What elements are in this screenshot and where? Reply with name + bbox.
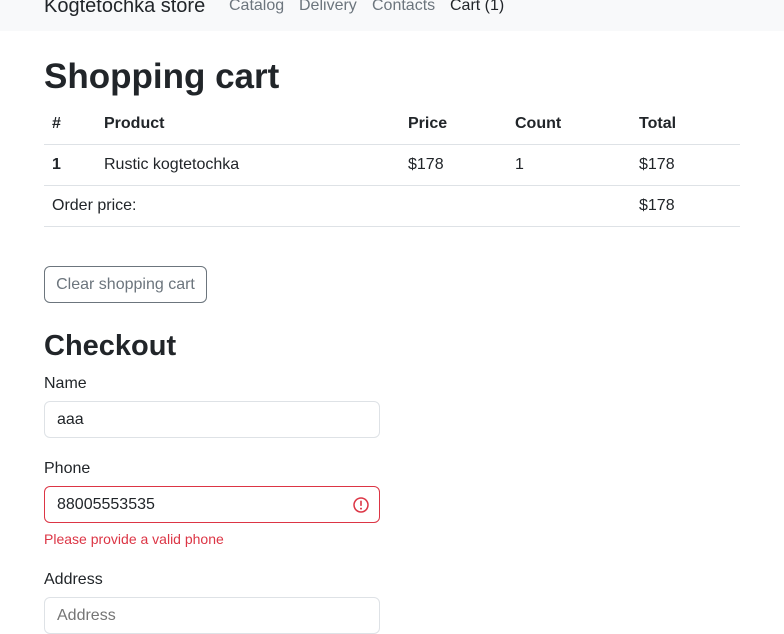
address-input[interactable] bbox=[44, 597, 380, 634]
row-count: 1 bbox=[507, 144, 631, 186]
nav-link-cart[interactable]: Cart (1) bbox=[450, 0, 504, 16]
phone-input[interactable] bbox=[44, 486, 380, 523]
row-product: Rustic kogtetochka bbox=[96, 144, 400, 186]
table-header-row: # Product Price Count Total bbox=[44, 104, 740, 145]
order-price-row: Order price: $178 bbox=[44, 185, 740, 227]
nav-link-catalog[interactable]: Catalog bbox=[229, 0, 284, 16]
order-price-label: Order price: bbox=[44, 185, 631, 227]
column-header-product: Product bbox=[96, 104, 400, 145]
nav-link-delivery[interactable]: Delivery bbox=[299, 0, 357, 16]
name-input[interactable] bbox=[44, 401, 380, 438]
table-row: 1 Rustic kogtetochka $178 1 $178 bbox=[44, 144, 740, 186]
row-number: 1 bbox=[44, 144, 96, 186]
checkout-title: Checkout bbox=[44, 330, 177, 362]
navbar: Kogtetochka store Catalog Delivery Conta… bbox=[0, 0, 784, 31]
column-header-price: Price bbox=[400, 104, 507, 145]
cart-table: # Product Price Count Total 1 Rustic kog… bbox=[44, 104, 740, 227]
nav-link-contacts[interactable]: Contacts bbox=[372, 0, 435, 16]
column-header-count: Count bbox=[507, 104, 631, 145]
column-header-number: # bbox=[44, 104, 96, 145]
address-label: Address bbox=[44, 571, 103, 588]
clear-cart-button[interactable]: Clear shopping cart bbox=[44, 266, 207, 303]
row-total: $178 bbox=[631, 144, 740, 186]
page-title: Shopping cart bbox=[44, 57, 280, 96]
brand-link[interactable]: Kogtetochka store bbox=[44, 0, 205, 18]
name-label: Name bbox=[44, 375, 87, 392]
row-price: $178 bbox=[400, 144, 507, 186]
column-header-total: Total bbox=[631, 104, 740, 145]
phone-label: Phone bbox=[44, 460, 91, 477]
invalid-icon bbox=[353, 497, 369, 513]
order-price-value: $178 bbox=[631, 185, 740, 227]
phone-error-message: Please provide a valid phone bbox=[44, 531, 224, 547]
